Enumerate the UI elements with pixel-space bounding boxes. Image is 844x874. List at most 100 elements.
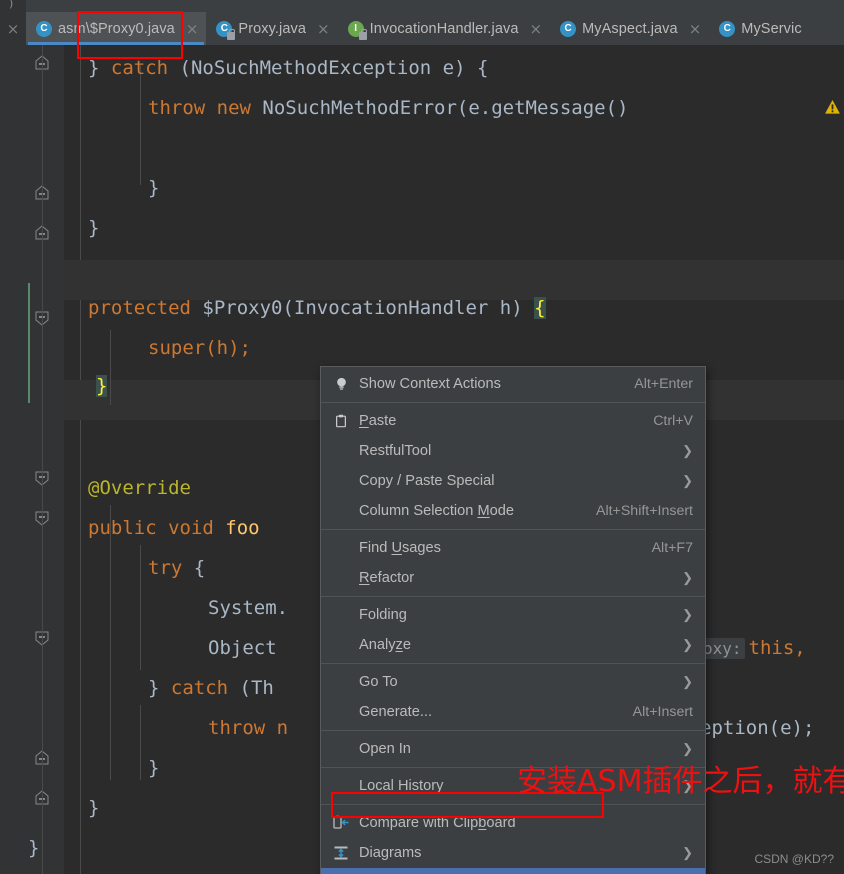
ide-window: ) × C asm\$Proxy0.java × C Proxy.java × … (0, 0, 844, 874)
tab-label: MyAspect.java (582, 20, 678, 37)
menu-item-generate[interactable]: Generate... Alt+Insert (321, 697, 705, 727)
tab-close-icon[interactable]: × (689, 20, 702, 38)
class-icon: C (719, 20, 736, 37)
code-token: catch (170, 677, 229, 699)
class-icon: C (216, 20, 236, 40)
menu-item-diagrams[interactable]: Diagrams ❯ (321, 838, 705, 868)
menu-item-no-icon (331, 569, 351, 587)
tab-label: InvocationHandler.java (369, 20, 519, 37)
chevron-right-icon: ❯ (682, 443, 693, 458)
code-line[interactable]: } (0, 208, 844, 248)
window-top-strip: ) (0, 0, 844, 12)
menu-item-refactor[interactable]: Refactor ❯ (321, 563, 705, 593)
lock-icon (227, 29, 236, 40)
chevron-right-icon: ❯ (682, 674, 693, 689)
annotation-token: @Override (88, 477, 191, 499)
code-line[interactable]: throw new NoSuchMethodError(e.getMessage… (0, 88, 844, 128)
menu-separator (321, 663, 705, 664)
menu-item-label: Refactor (359, 570, 415, 586)
menu-item-shortcut: Ctrl+V (653, 413, 693, 429)
menu-item-no-icon (331, 703, 351, 721)
menu-item-label: Paste (359, 413, 397, 429)
code-token: (NoSuchMethodException e) { (168, 57, 489, 79)
warning-triangle-icon[interactable] (824, 99, 840, 114)
code-token: System. (208, 597, 289, 619)
menu-item-no-icon (331, 636, 351, 654)
tab-close-icon[interactable]: × (530, 20, 543, 38)
menu-item-find-usages[interactable]: Find Usages Alt+F7 (321, 533, 705, 563)
menu-item-folding[interactable]: Folding ❯ (321, 600, 705, 630)
menu-item-label: Show Context Actions (359, 376, 501, 392)
menu-item-compare-with-clipboard[interactable]: Compare with Clipboard (321, 808, 705, 838)
code-token: } (148, 177, 160, 199)
menu-item-show-context-actions[interactable]: Show Context Actions Alt+Enter (321, 369, 705, 399)
code-line[interactable]: } catch (NoSuchMethodException e) { (0, 48, 844, 88)
menu-item-label: Open In (359, 741, 411, 757)
chevron-right-icon: ❯ (682, 741, 693, 756)
code-token: foo (213, 517, 260, 539)
menu-item-no-icon (331, 606, 351, 624)
menu-item-no-icon (331, 539, 351, 557)
tab-myservice-java[interactable]: C MyServic (709, 12, 809, 45)
menu-item-show-bytecode-outline[interactable]: Show Bytecode outline (321, 868, 705, 874)
close-icon[interactable]: × (0, 12, 26, 45)
parameter-hint: oxy: (700, 638, 745, 659)
code-token: } (88, 797, 100, 819)
tab-invocationhandler-java[interactable]: I InvocationHandler.java × (338, 12, 550, 45)
code-token: super(h); (148, 337, 251, 359)
menu-item-no-icon (331, 502, 351, 520)
chevron-right-icon: ❯ (682, 570, 693, 585)
menu-item-label: Column Selection Mode (359, 503, 514, 519)
code-token: void (168, 517, 214, 539)
tab-proxy-java[interactable]: C Proxy.java × (206, 12, 337, 45)
compare-clipboard-icon (331, 814, 351, 832)
tab-asm-proxy0-java[interactable]: C asm\$Proxy0.java × (26, 12, 207, 45)
code-token: NoSuchMethodError(e.getMessage() (250, 97, 629, 119)
code-token: try (148, 557, 183, 579)
tab-label: MyServic (741, 20, 802, 37)
menu-separator (321, 402, 705, 403)
code-token: public (88, 517, 157, 539)
code-token: catch (110, 57, 169, 79)
menu-item-column-selection-mode[interactable]: Column Selection Mode Alt+Shift+Insert (321, 496, 705, 526)
code-token: } (88, 217, 100, 239)
menu-item-label: RestfulTool (359, 443, 432, 459)
menu-separator (321, 730, 705, 731)
code-line[interactable]: protected $Proxy0(InvocationHandler h) { (0, 288, 844, 328)
menu-item-go-to[interactable]: Go To ❯ (321, 667, 705, 697)
tab-myaspect-java[interactable]: C MyAspect.java × (550, 12, 709, 45)
matching-brace-highlight: } (96, 375, 108, 397)
menu-separator (321, 529, 705, 530)
matching-brace-highlight: { (534, 297, 546, 319)
menu-item-label-rest: aste (368, 413, 397, 429)
code-token: eption(e); (700, 717, 815, 739)
editor-tab-bar[interactable]: × C asm\$Proxy0.java × C Proxy.java × I … (0, 12, 844, 45)
class-icon: C (560, 20, 577, 37)
code-line[interactable]: } (0, 168, 844, 208)
code-line[interactable]: super(h); (0, 328, 844, 368)
tab-close-icon[interactable]: × (317, 20, 330, 38)
code-token: $Proxy0 (190, 297, 283, 319)
menu-item-shortcut: Alt+Insert (632, 704, 693, 720)
menu-item-paste[interactable]: Paste Ctrl+V (321, 406, 705, 436)
code-token: throw (148, 97, 206, 119)
menu-item-label: Diagrams (359, 845, 422, 861)
menu-item-label: Copy / Paste Special (359, 473, 495, 489)
tab-label: asm\$Proxy0.java (58, 20, 175, 37)
chevron-right-icon: ❯ (682, 473, 693, 488)
menu-item-shortcut: Alt+Enter (634, 376, 693, 392)
code-token: } (88, 57, 100, 79)
code-token: } (28, 837, 40, 859)
menu-item-label: Generate... (359, 704, 433, 720)
top-strip-glyph: ) (8, 0, 15, 10)
menu-item-analyze[interactable]: Analyze ❯ (321, 630, 705, 660)
clipboard-icon (331, 412, 351, 430)
menu-item-restfultool[interactable]: RestfulTool ❯ (321, 436, 705, 466)
chevron-right-icon: ❯ (682, 607, 693, 622)
tab-close-icon[interactable]: × (186, 20, 199, 38)
code-token: new (216, 97, 251, 119)
menu-item-copy-paste-special[interactable]: Copy / Paste Special ❯ (321, 466, 705, 496)
class-icon: C (36, 20, 52, 37)
chevron-right-icon: ❯ (682, 637, 693, 652)
code-token: protected (88, 297, 191, 319)
